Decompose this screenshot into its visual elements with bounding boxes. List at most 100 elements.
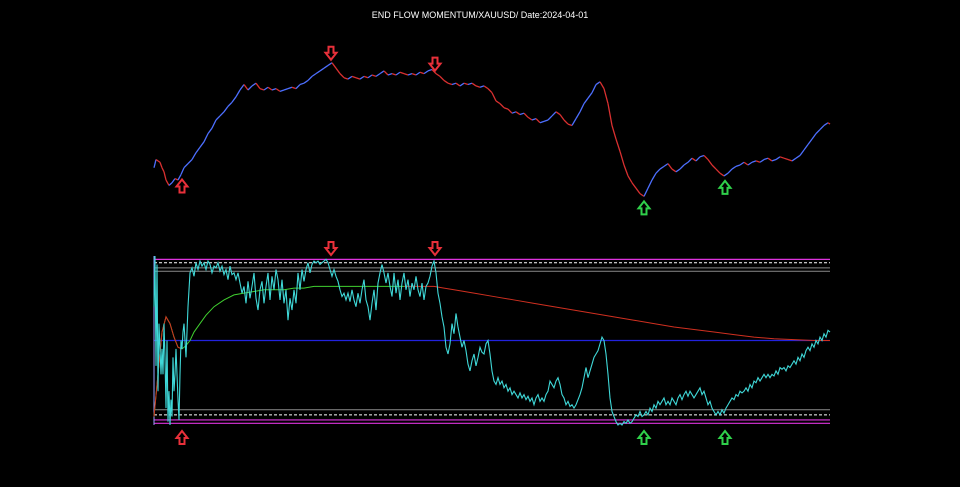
price-segment xyxy=(255,82,261,90)
price-segment xyxy=(615,138,621,152)
price-segment xyxy=(515,111,521,116)
price-segment xyxy=(415,71,421,76)
price-segment xyxy=(387,73,393,76)
price-segment xyxy=(731,165,737,170)
sell-arrow-oscillator xyxy=(323,241,339,257)
price-segment xyxy=(735,164,741,167)
price-segment xyxy=(223,105,229,113)
price-segment xyxy=(215,115,221,121)
price-segment xyxy=(563,119,569,125)
price-segment xyxy=(407,73,413,76)
price-segment xyxy=(567,123,573,127)
price-segment xyxy=(287,86,293,90)
price-segment xyxy=(511,111,517,114)
chart-root: END FLOW MOMENTUM/XAUUSD/ Date:2024-04-0… xyxy=(0,0,960,487)
price-segment xyxy=(207,127,213,135)
price-segment xyxy=(359,75,365,80)
price-segment xyxy=(271,88,277,91)
price-segment xyxy=(203,133,209,143)
price-segment xyxy=(171,178,176,184)
price-segment xyxy=(367,74,373,79)
price-segment xyxy=(491,92,497,102)
buy-arrow-oscillator xyxy=(717,429,733,445)
price-segment xyxy=(363,75,369,79)
buy-arrow-oscillator xyxy=(174,429,190,445)
price-segment xyxy=(451,82,457,86)
price-segment xyxy=(399,71,405,75)
price-segment xyxy=(611,125,617,140)
price-segment xyxy=(547,115,553,121)
price-segment xyxy=(161,167,165,173)
price-segment xyxy=(168,182,173,186)
price-segment xyxy=(655,168,661,174)
price-segment xyxy=(811,133,817,140)
price-segment xyxy=(583,97,589,105)
price-segment xyxy=(327,62,333,66)
price-segment xyxy=(711,164,717,170)
price-segment xyxy=(227,101,233,107)
price-segment xyxy=(627,175,633,184)
price-segment xyxy=(551,111,557,117)
price-segment xyxy=(635,187,641,195)
price-segment xyxy=(455,82,461,87)
price-segment xyxy=(571,118,577,126)
price-segment xyxy=(639,193,645,197)
price-segment xyxy=(315,70,321,75)
price-segment xyxy=(519,112,525,116)
price-segment xyxy=(763,157,769,161)
price-segment xyxy=(157,160,161,163)
price-segment xyxy=(675,168,681,173)
price-segment xyxy=(165,179,170,186)
signal-line-down xyxy=(404,285,830,341)
price-segment xyxy=(295,84,301,90)
sell-arrow-oscillator xyxy=(427,241,443,257)
price-segment xyxy=(723,172,729,177)
price-segment xyxy=(331,62,337,69)
price-segment xyxy=(647,179,653,189)
price-segment xyxy=(483,85,489,90)
price-segment xyxy=(371,74,377,77)
sell-arrow-price xyxy=(427,56,443,73)
price-segment xyxy=(187,159,193,165)
price-segment xyxy=(803,144,809,151)
price-segment xyxy=(755,160,761,163)
price-segment xyxy=(819,125,825,130)
price-segment xyxy=(823,122,829,126)
price-segment xyxy=(379,70,385,75)
price-segment xyxy=(475,85,481,88)
price-segment xyxy=(771,158,777,162)
buy-arrow-price xyxy=(717,179,733,195)
price-segment xyxy=(335,67,341,75)
price-segment xyxy=(695,156,701,162)
price-segment xyxy=(347,75,353,80)
price-segment xyxy=(691,157,697,162)
price-segment xyxy=(791,157,797,162)
price-segment xyxy=(699,154,705,158)
price-segment xyxy=(499,103,505,109)
price-segment xyxy=(631,182,637,189)
price-segment xyxy=(687,157,693,163)
price-segment xyxy=(403,73,409,76)
price-segment xyxy=(174,178,179,181)
price-segment xyxy=(447,82,453,86)
price-segment xyxy=(659,165,665,170)
price-segment xyxy=(795,154,801,159)
price-segment xyxy=(527,116,533,121)
price-segment xyxy=(471,82,477,87)
price-segment xyxy=(411,73,417,76)
price-segment xyxy=(279,89,285,92)
price-segment xyxy=(719,172,725,177)
price-segment xyxy=(243,84,249,91)
price-segment xyxy=(827,122,831,125)
price-segment xyxy=(299,82,305,86)
price-segment xyxy=(177,174,182,181)
price-segment xyxy=(423,70,429,75)
price-segment xyxy=(623,164,629,177)
price-segment xyxy=(195,146,201,154)
price-segment xyxy=(275,88,281,92)
price-segment xyxy=(311,73,317,77)
price-segment xyxy=(291,86,297,90)
price-segment xyxy=(267,86,273,91)
price-segment xyxy=(351,75,357,79)
price-segment xyxy=(591,84,597,94)
